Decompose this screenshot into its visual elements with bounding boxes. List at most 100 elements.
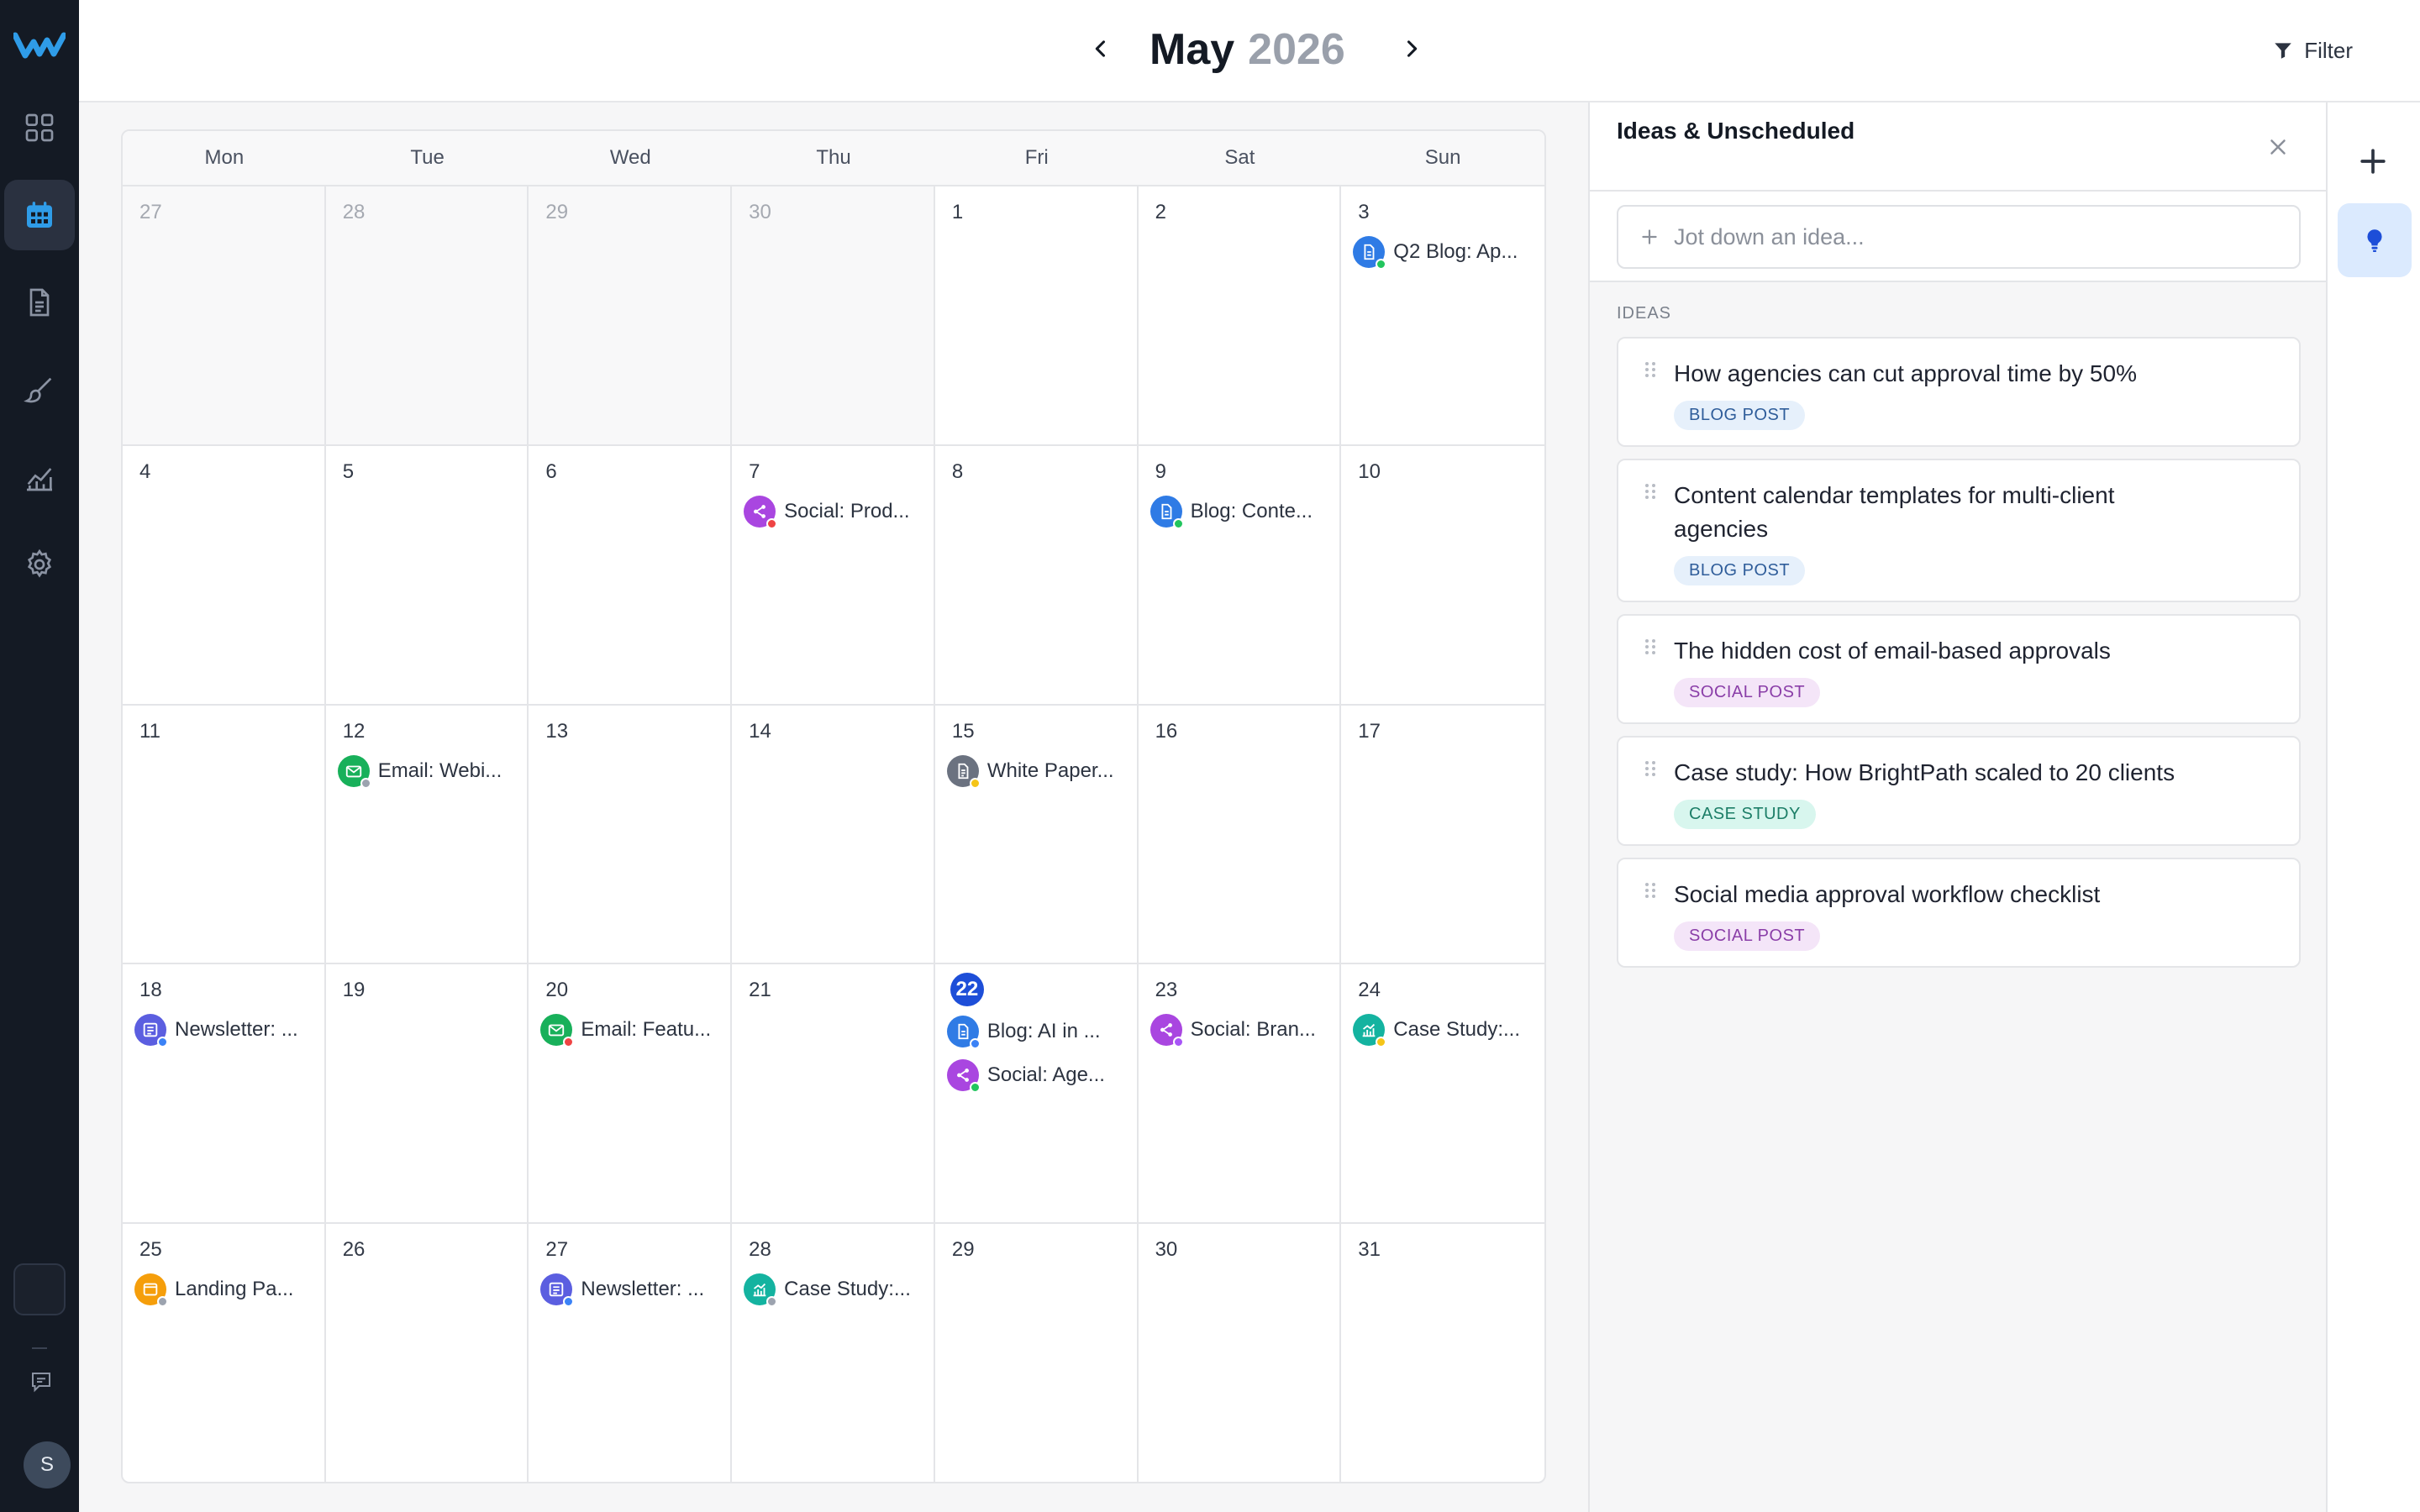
day-cell[interactable]: 23 Social: Bran... (1138, 964, 1342, 1225)
day-number: 27 (139, 201, 162, 223)
day-cell[interactable]: 14 (732, 705, 935, 965)
drag-handle-icon[interactable] (1644, 881, 1657, 903)
day-cell[interactable]: 28 (325, 186, 529, 446)
day-cell[interactable]: 17 (1341, 706, 1544, 965)
social-share-icon (1150, 1014, 1184, 1048)
idea-input[interactable] (1674, 223, 2262, 250)
day-cell[interactable]: 27 Newsletter: ... (529, 1224, 733, 1482)
day-number: 30 (749, 201, 771, 223)
nav-dashboard[interactable] (4, 92, 75, 163)
calendar-event[interactable]: Case Study:... (1353, 1011, 1544, 1048)
day-cell[interactable]: 18 Newsletter: ... (123, 964, 326, 1225)
drag-handle-icon[interactable] (1644, 638, 1657, 659)
day-cell[interactable]: 2 (1138, 186, 1342, 446)
day-cell[interactable]: 27 (123, 186, 326, 446)
day-number: 15 (951, 719, 975, 743)
day-cell[interactable]: 22 Blog: AI in ... Social: Age... (934, 964, 1139, 1225)
nav-settings[interactable] (4, 529, 75, 600)
workspace-switcher[interactable] (13, 1263, 66, 1315)
day-cell[interactable]: 3 Q2 Blog: Ap... (1341, 186, 1544, 446)
status-dot (766, 1296, 778, 1308)
day-cell[interactable]: 25 Landing Pa... (123, 1224, 326, 1482)
day-cell[interactable]: 28 Case Study:... (732, 1224, 935, 1482)
close-icon[interactable] (2265, 134, 2291, 160)
analytics-icon (27, 468, 52, 491)
calendar-event[interactable]: Social: Bran... (1150, 1011, 1340, 1048)
nav-analytics[interactable] (4, 442, 75, 512)
left-sidebar: S (0, 0, 79, 1512)
filter-label: Filter (2304, 37, 2353, 63)
day-cell[interactable]: 29 (529, 186, 733, 446)
day-cell[interactable]: 20 Email: Featu... (529, 964, 733, 1225)
calendar-event[interactable]: Social: Prod... (744, 493, 934, 530)
day-cell[interactable]: 12 Email: Webi... (325, 705, 529, 965)
day-cell[interactable]: 8 (934, 445, 1139, 706)
idea-card[interactable]: Case study: How BrightPath scaled to 20 … (1617, 736, 2301, 846)
calendar-event[interactable]: White Paper... (946, 753, 1137, 790)
day-cell[interactable]: 1 (934, 186, 1139, 446)
day-cell[interactable]: 30 (1139, 1224, 1342, 1482)
day-cell[interactable]: 15 White Paper... (934, 705, 1139, 965)
weekday-label: Sun (1424, 146, 1461, 169)
day-cell[interactable]: 11 (123, 705, 326, 965)
event-title: Case Study:... (1393, 1018, 1521, 1042)
next-month-button[interactable] (1395, 32, 1428, 66)
idea-list: How agencies can cut approval time by 50… (1590, 323, 2326, 968)
day-cell[interactable]: 4 (123, 445, 326, 706)
ideas-panel: Ideas & Unscheduled IDEAS How agencies c… (1588, 102, 2328, 1512)
add-plus-icon[interactable] (2354, 143, 2391, 180)
drag-handle-icon[interactable] (1644, 360, 1657, 382)
day-cell[interactable]: 29 (935, 1224, 1139, 1482)
calendar-icon (27, 202, 52, 228)
calendar-event[interactable]: Blog: AI in ... (946, 1013, 1137, 1050)
calendar-event[interactable]: Case Study:... (744, 1271, 934, 1308)
idea-card[interactable]: How agencies can cut approval time by 50… (1617, 337, 2301, 447)
ideas-toggle-button[interactable] (2338, 203, 2412, 277)
day-cell[interactable]: 13 (529, 705, 733, 965)
right-rail (2328, 102, 2420, 1512)
nav-design[interactable] (4, 354, 75, 425)
weekday-label: Thu (816, 146, 851, 169)
month-calendar: Mon Tue Wed Thu Fri Sat Sun 27 28 29 30 1 2 3 Q… (121, 129, 1546, 1483)
day-number: 23 (1155, 979, 1178, 1002)
day-cell[interactable]: 9 Blog: Conte... (1138, 445, 1342, 706)
chat-icon[interactable] (29, 1369, 54, 1394)
day-cell[interactable]: 7 Social: Prod... (732, 445, 935, 706)
day-cell[interactable]: 19 (325, 964, 529, 1225)
day-cell[interactable]: 16 (1138, 705, 1342, 965)
day-cell[interactable]: 10 (1341, 446, 1544, 706)
day-cell[interactable]: 30 (732, 186, 935, 446)
nav-calendar[interactable] (4, 180, 75, 250)
idea-card[interactable]: Content calendar templates for multi-cli… (1617, 459, 2301, 602)
nav-documents[interactable] (4, 267, 75, 338)
blog-document-icon (946, 1016, 981, 1050)
calendar-event[interactable]: Q2 Blog: Ap... (1353, 234, 1544, 270)
day-cell[interactable]: 21 (732, 964, 935, 1225)
calendar-event[interactable]: Social: Age... (946, 1057, 1137, 1094)
day-cell[interactable]: 31 (1341, 1224, 1544, 1482)
calendar-event[interactable]: Newsletter: ... (540, 1271, 730, 1308)
calendar-event[interactable]: Email: Featu... (540, 1011, 730, 1048)
day-cell[interactable]: 6 (529, 445, 733, 706)
status-dot (1376, 1037, 1387, 1048)
day-number: 26 (342, 1238, 366, 1262)
calendar-event[interactable]: Email: Webi... (337, 753, 528, 790)
day-cell[interactable]: 5 (325, 445, 529, 706)
ideas-panel-header: Ideas & Unscheduled (1590, 102, 2326, 192)
idea-card[interactable]: Social media approval workflow checklist… (1617, 858, 2301, 968)
drag-handle-icon[interactable] (1644, 482, 1657, 504)
day-number: 17 (1358, 719, 1381, 743)
document-icon (29, 288, 50, 317)
filter-button[interactable]: Filter (2272, 34, 2353, 67)
idea-card[interactable]: The hidden cost of email-based approvals… (1617, 614, 2301, 724)
day-cell[interactable]: 24 Case Study:... (1341, 964, 1544, 1225)
idea-input-box[interactable] (1617, 205, 2301, 269)
user-avatar[interactable]: S (24, 1441, 71, 1488)
brand-logo-icon[interactable] (13, 30, 66, 60)
drag-handle-icon[interactable] (1644, 759, 1657, 781)
calendar-event[interactable]: Landing Pa... (134, 1271, 324, 1308)
calendar-event[interactable]: Blog: Conte... (1150, 493, 1340, 530)
prev-month-button[interactable] (1084, 32, 1118, 66)
day-cell[interactable]: 26 (326, 1224, 529, 1482)
calendar-event[interactable]: Newsletter: ... (134, 1011, 324, 1048)
